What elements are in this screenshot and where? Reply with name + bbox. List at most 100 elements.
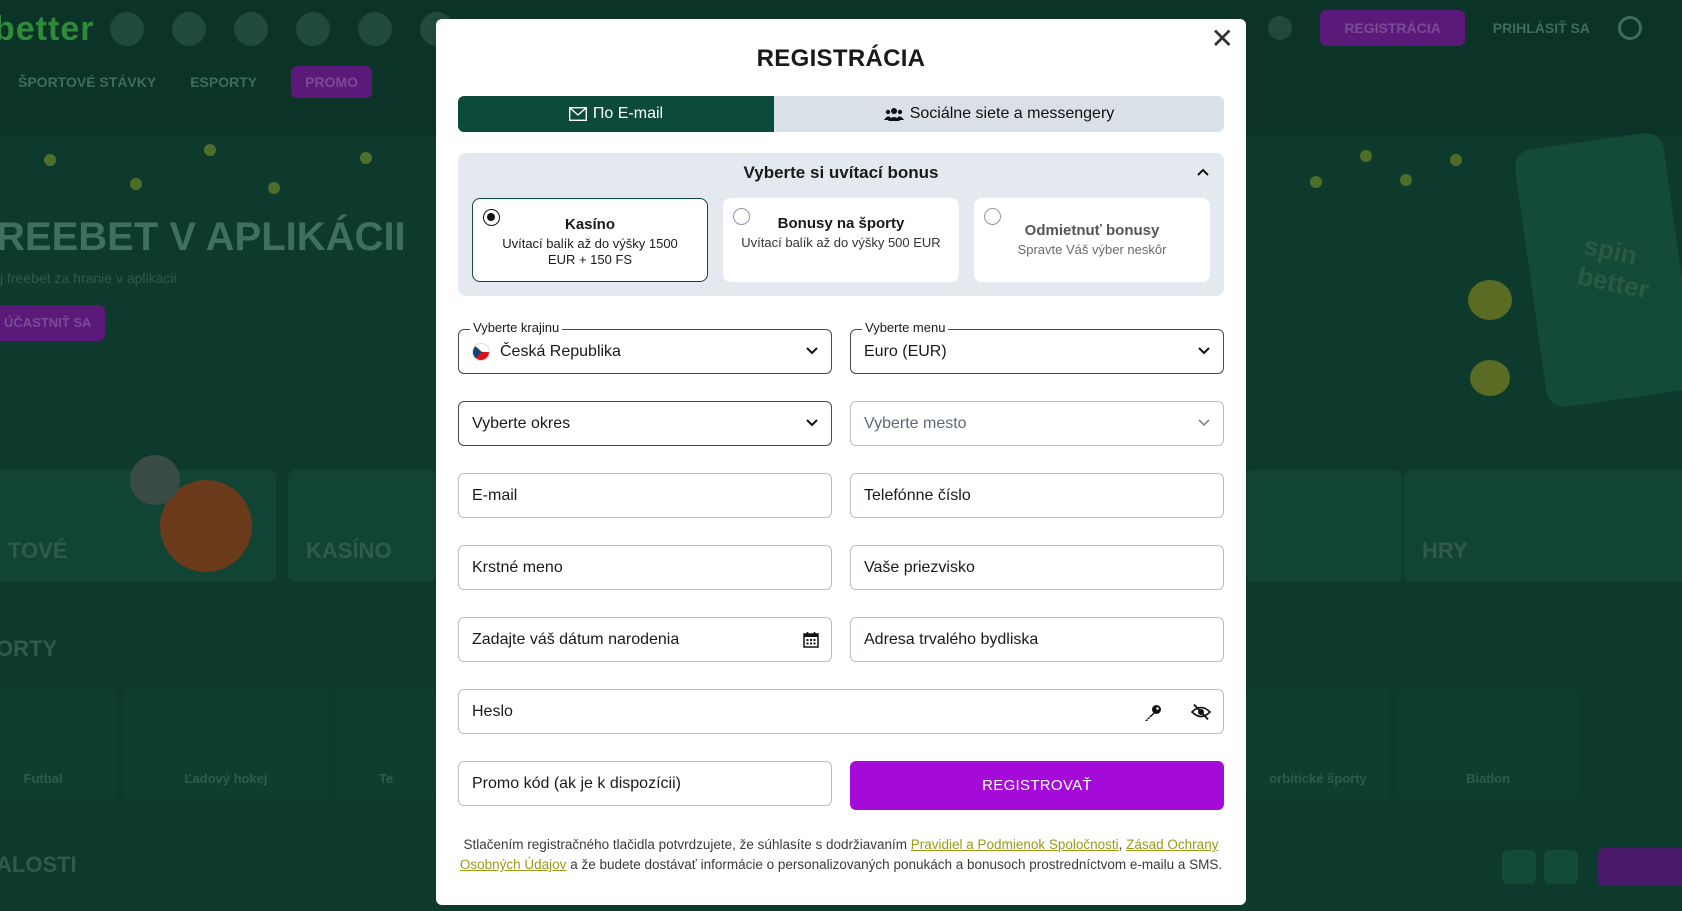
- chevron-up-icon[interactable]: [1196, 167, 1210, 177]
- modal-title: REGISTRÁCIA: [756, 45, 926, 72]
- disclaimer-text: Stlačením registračného tlačidla potvrdz…: [463, 837, 911, 852]
- district-select[interactable]: Vyberte okres: [458, 401, 832, 446]
- nav-esports: ESPORTY: [190, 74, 258, 90]
- tab-social[interactable]: Sociálne siete a messengery: [774, 96, 1224, 132]
- site-nav: ŠPORTOVÉ STÁVKY ESPORTY PROMO: [18, 66, 373, 98]
- header-register-button: REGISTRÁCIA: [1320, 10, 1465, 46]
- address-placeholder: Adresa trvalého bydliska: [864, 630, 1039, 648]
- promo-code-field[interactable]: Promo kód (ak je k dispozícii): [458, 761, 832, 806]
- site-logo: better: [0, 10, 95, 48]
- view-all-button: [1598, 848, 1682, 886]
- sport-tile: Biatlon: [1398, 688, 1578, 800]
- email-placeholder: E-mail: [472, 486, 518, 504]
- light-dot: [1400, 174, 1412, 186]
- radio-sports[interactable]: [733, 208, 750, 225]
- birthdate-field[interactable]: Zadajte váš dátum narodenia: [458, 617, 832, 662]
- gift-icon: [1268, 16, 1293, 40]
- light-dot: [44, 154, 56, 166]
- last-name-placeholder: Vaše priezvisko: [864, 558, 975, 576]
- terms-link[interactable]: Pravidiel a Podmienok Spoločnosti: [911, 837, 1119, 852]
- city-placeholder: Vyberte mesto: [864, 414, 967, 432]
- light-dot: [1450, 154, 1462, 166]
- sport-label: Biatlon: [1465, 771, 1511, 786]
- category-label: TOVÉ: [8, 538, 68, 563]
- sport-label: Ľadový hokej: [184, 771, 268, 786]
- promo-code-placeholder: Promo kód (ak je k dispozícii): [472, 774, 681, 792]
- sport-tile: orbitické športy: [1246, 688, 1390, 800]
- district-placeholder: Vyberte okres: [472, 414, 571, 432]
- country-value: Česká Republika: [500, 342, 621, 360]
- phone-field[interactable]: Telefónne číslo: [850, 473, 1224, 518]
- category-card-games: [1246, 470, 1402, 582]
- email-field[interactable]: E-mail: [458, 473, 832, 518]
- prev-arrow-icon: [1502, 850, 1536, 884]
- chevron-down-icon: [806, 419, 818, 427]
- city-select[interactable]: Vyberte mesto: [850, 401, 1224, 446]
- light-dot: [204, 144, 216, 156]
- bonus-option-desc: Uvítací balík až do výšky 500 EUR: [741, 235, 941, 250]
- light-dot: [1310, 176, 1322, 188]
- flag-cz-icon: [472, 342, 490, 361]
- register-button[interactable]: REGISTROVAŤ: [850, 761, 1224, 810]
- calendar-icon[interactable]: [803, 631, 819, 648]
- tab-email-label: По E-mail: [592, 105, 664, 122]
- bonus-option-title: Odmietnuť bonusy: [1024, 222, 1160, 239]
- registration-tabs: По E-mail Sociálne siete a messengery: [458, 96, 1224, 132]
- key-icon[interactable]: [1143, 703, 1163, 723]
- first-name-placeholder: Krstné meno: [472, 558, 563, 576]
- chevron-down-icon: [1198, 419, 1210, 427]
- nav-promo: PROMO: [291, 66, 373, 98]
- tab-email[interactable]: По E-mail: [458, 96, 774, 132]
- header-icons: [110, 12, 454, 46]
- soccer-ball-decor: [130, 455, 180, 505]
- header-login-button: PRIHLÁSIŤ SA: [1492, 20, 1590, 36]
- birthdate-placeholder: Zadajte váš dátum narodenia: [472, 630, 680, 648]
- hero-subtitle: j freebet za hranie v aplikácii: [0, 270, 177, 286]
- sport-label: orbitické športy: [1269, 771, 1367, 786]
- category-label: KASÍNO: [306, 538, 392, 563]
- sport-label: Futbal: [23, 771, 63, 786]
- bonus-option-sports[interactable]: Bonusy na športy Uvítací balík až do výš…: [723, 198, 959, 282]
- radio-casino[interactable]: [483, 209, 500, 226]
- envelope-icon: [568, 107, 587, 121]
- league-icon: [234, 12, 268, 46]
- registration-modal: ✕ REGISTRÁCIA По E-mail Sociálne siete a…: [436, 19, 1246, 905]
- light-dot: [130, 178, 142, 190]
- password-placeholder: Heslo: [472, 702, 513, 720]
- bonus-option-casino[interactable]: Kasíno Uvítací balík až do výšky 1500 EU…: [472, 198, 708, 282]
- flag-icon: [110, 12, 144, 46]
- terms-disclaimer: Stlačením registračného tlačidla potvrdz…: [458, 835, 1224, 875]
- tab-social-label: Sociálne siete a messengery: [909, 105, 1115, 122]
- section-events-title: ALOSTI: [0, 852, 77, 877]
- hero-title: REEBET V APLIKÁCII: [0, 215, 406, 259]
- bonus-panel: Vyberte si uvítací bonus Kasíno Uvítací …: [458, 153, 1224, 296]
- category-label: HRY: [1422, 538, 1468, 563]
- bonus-heading: Vyberte si uvítací bonus: [743, 163, 939, 182]
- currency-select[interactable]: Vyberte menu Euro (EUR): [850, 320, 1224, 374]
- bonus-option-decline[interactable]: Odmietnuť bonusy Spravte Váš výber neskô…: [974, 198, 1210, 282]
- first-name-field[interactable]: Krstné meno: [458, 545, 832, 590]
- eye-slash-icon[interactable]: [1191, 703, 1211, 721]
- chevron-down-icon: [1198, 347, 1210, 355]
- address-field[interactable]: Adresa trvalého bydliska: [850, 617, 1224, 662]
- light-dot: [268, 182, 280, 194]
- users-icon: [883, 108, 904, 121]
- sport-tile: Ľadový hokej: [124, 688, 328, 800]
- chevron-down-icon: [806, 347, 818, 355]
- hero-button: ÚČASTNIŤ SA: [0, 305, 105, 341]
- last-name-field[interactable]: Vaše priezvisko: [850, 545, 1224, 590]
- light-dot: [1360, 150, 1372, 162]
- team-icon: [296, 12, 330, 46]
- country-select[interactable]: Vyberte krajinu Česká Republika: [458, 320, 832, 374]
- sport-tile: Futbal: [0, 688, 116, 800]
- category-card-casino: KASÍNO: [288, 470, 436, 582]
- light-dot: [360, 152, 372, 164]
- header-actions: REGISTRÁCIA PRIHLÁSIŤ SA: [1268, 10, 1642, 46]
- phone-placeholder: Telefónne číslo: [864, 486, 971, 504]
- radio-decline[interactable]: [984, 208, 1001, 225]
- category-card-hry: HRY: [1404, 470, 1682, 582]
- sport-icon: [358, 12, 392, 46]
- password-field[interactable]: Heslo: [458, 689, 1224, 734]
- currency-value: Euro (EUR): [864, 342, 947, 360]
- sport-tile: Te: [336, 688, 436, 800]
